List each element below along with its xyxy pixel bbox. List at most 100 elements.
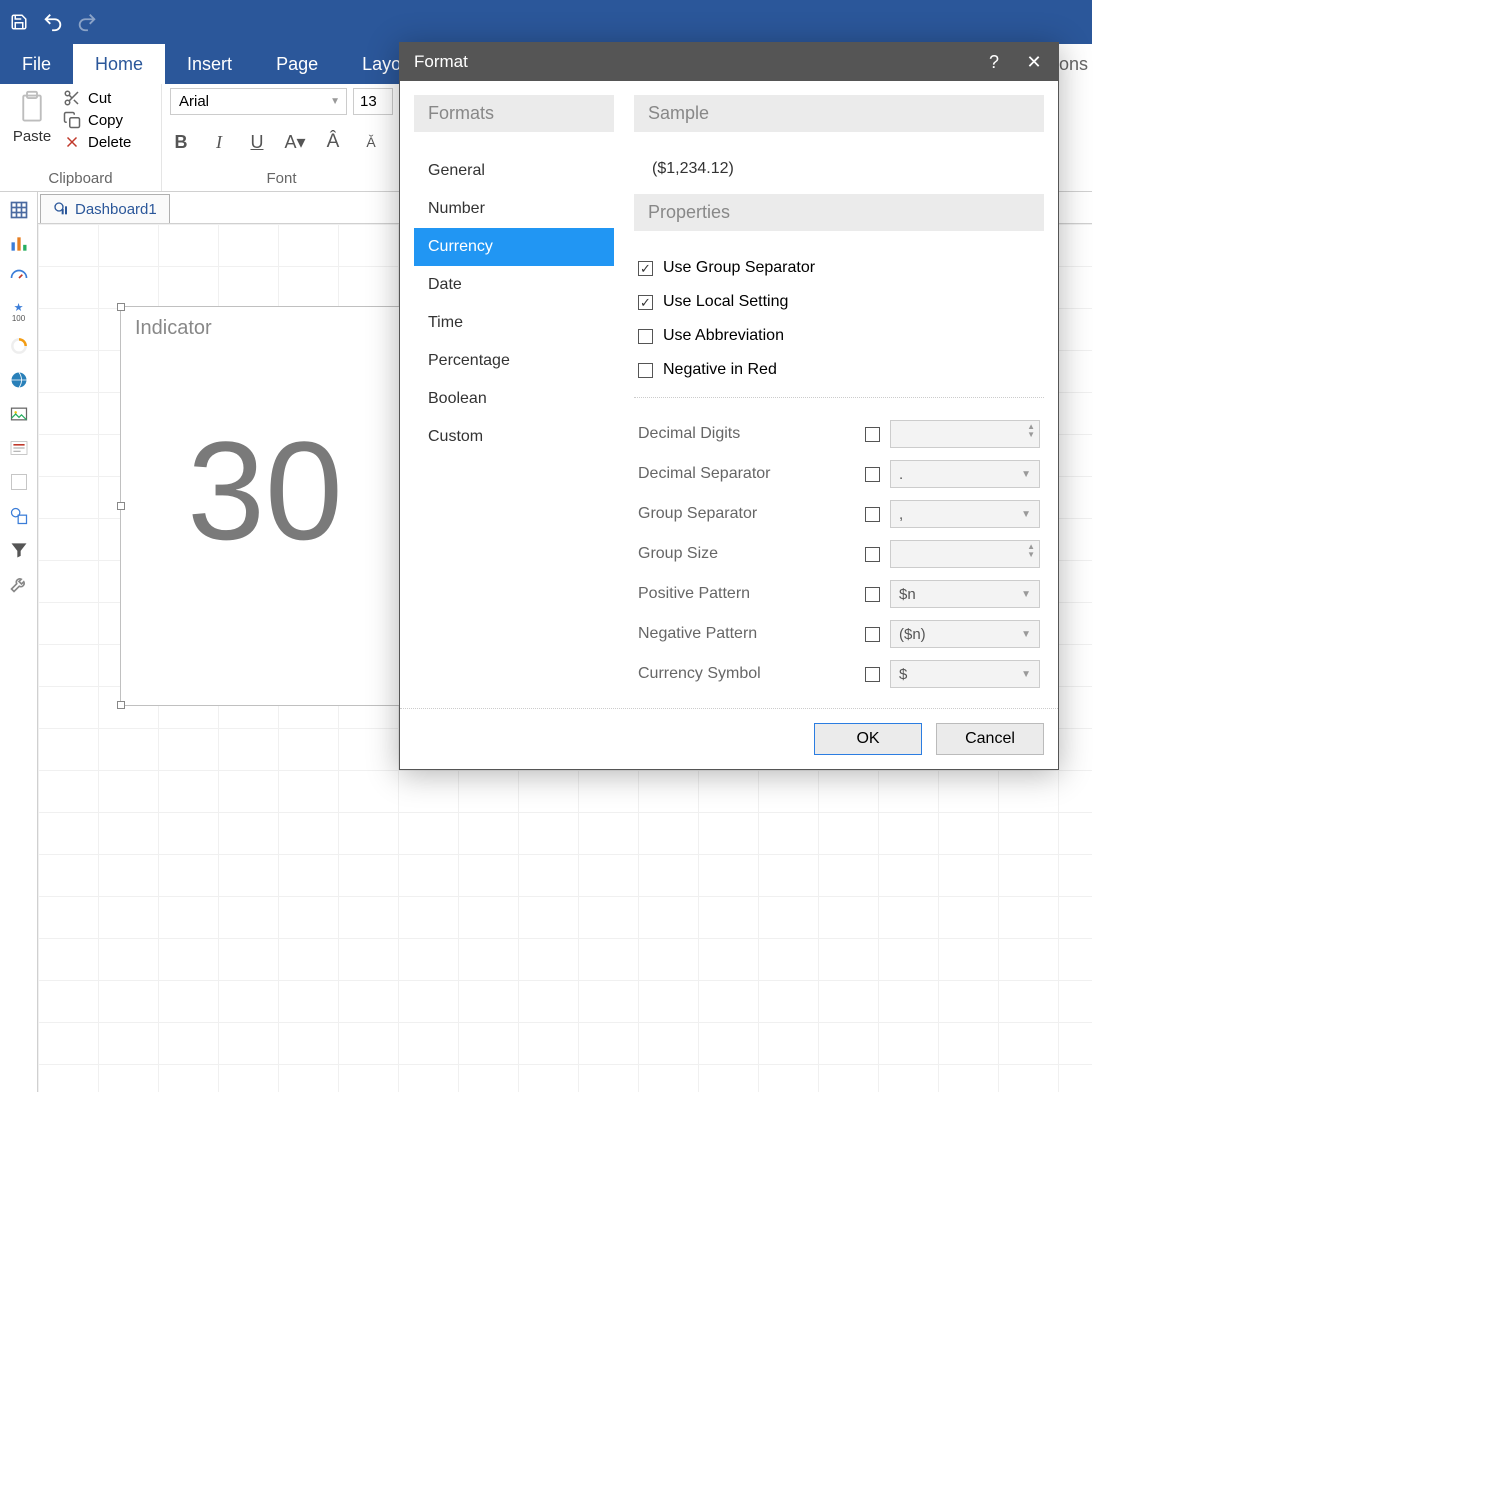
delete-icon xyxy=(62,132,82,152)
properties-section-header: Properties xyxy=(634,194,1044,231)
checkbox-icon xyxy=(638,261,653,276)
clipboard-icon xyxy=(16,88,48,128)
chevron-down-icon: ▼ xyxy=(1021,589,1031,600)
prop-enable-checkbox[interactable] xyxy=(865,507,880,522)
cut-label: Cut xyxy=(88,90,111,107)
prop-group-size: Group Size ▲▼ xyxy=(634,534,1044,574)
paste-button[interactable]: Paste xyxy=(8,88,56,145)
checkbox-icon xyxy=(638,295,653,310)
group-separator-select[interactable]: ,▼ xyxy=(890,500,1040,528)
underline-button[interactable]: U xyxy=(246,132,268,153)
dialog-footer: OK Cancel xyxy=(400,708,1058,769)
font-color-button[interactable]: A▾ xyxy=(284,132,306,153)
help-icon[interactable]: ? xyxy=(984,52,1004,73)
prop-enable-checkbox[interactable] xyxy=(865,547,880,562)
dialog-title: Format xyxy=(414,52,468,72)
cut-button[interactable]: Cut xyxy=(62,88,131,108)
delete-button[interactable]: Delete xyxy=(62,132,131,152)
prop-enable-checkbox[interactable] xyxy=(865,667,880,682)
positive-pattern-select[interactable]: $n▼ xyxy=(890,580,1040,608)
font-shrink-button[interactable]: Ǎ xyxy=(360,134,382,150)
negative-pattern-select[interactable]: ($n)▼ xyxy=(890,620,1040,648)
group-size-input[interactable]: ▲▼ xyxy=(890,540,1040,568)
prop-enable-checkbox[interactable] xyxy=(865,587,880,602)
prop-negative-pattern: Negative Pattern ($n)▼ xyxy=(634,614,1044,654)
decimal-digits-input[interactable]: ▲▼ xyxy=(890,420,1040,448)
format-list: General Number Currency Date Time Percen… xyxy=(414,152,614,456)
text-icon[interactable] xyxy=(7,436,31,460)
currency-symbol-select[interactable]: $▼ xyxy=(890,660,1040,688)
prop-positive-pattern: Positive Pattern $n▼ xyxy=(634,574,1044,614)
bar-chart-icon[interactable] xyxy=(7,232,31,256)
bold-button[interactable]: B xyxy=(170,132,192,153)
indicator-widget[interactable]: Indicator 30 xyxy=(120,306,410,706)
check-negative-red[interactable]: Negative in Red xyxy=(634,353,1044,387)
save-icon[interactable] xyxy=(8,11,30,33)
menu-tab-file[interactable]: File xyxy=(0,44,73,84)
menu-tab-home[interactable]: Home xyxy=(73,44,165,84)
prop-currency-symbol: Currency Symbol $▼ xyxy=(634,654,1044,694)
prop-group-separator: Group Separator ,▼ xyxy=(634,494,1044,534)
table-icon[interactable] xyxy=(7,198,31,222)
prop-enable-checkbox[interactable] xyxy=(865,467,880,482)
format-dialog: Format ? ✕ Formats General Number Curren… xyxy=(399,42,1059,770)
globe-icon[interactable] xyxy=(7,368,31,392)
check-label: Use Abbreviation xyxy=(663,327,784,345)
font-name-select[interactable]: Arial ▼ xyxy=(170,88,347,115)
italic-button[interactable]: I xyxy=(208,132,230,153)
font-group-label: Font xyxy=(170,170,393,191)
copy-icon xyxy=(62,110,82,130)
format-item-custom[interactable]: Custom xyxy=(414,418,614,456)
copy-button[interactable]: Copy xyxy=(62,110,131,130)
check-abbreviation[interactable]: Use Abbreviation xyxy=(634,319,1044,353)
format-item-time[interactable]: Time xyxy=(414,304,614,342)
spinner-icon[interactable]: ▲▼ xyxy=(1027,423,1035,439)
tools-icon[interactable] xyxy=(7,572,31,596)
delete-label: Delete xyxy=(88,134,131,151)
prop-label: Group Separator xyxy=(638,505,855,523)
format-item-percentage[interactable]: Percentage xyxy=(414,342,614,380)
indicator-icon[interactable]: ★100 xyxy=(7,300,31,324)
blank-icon[interactable] xyxy=(7,470,31,494)
check-group-separator[interactable]: Use Group Separator xyxy=(634,251,1044,285)
formats-section-header: Formats xyxy=(414,95,614,132)
format-item-currency[interactable]: Currency xyxy=(414,228,614,266)
shapes-icon[interactable] xyxy=(7,504,31,528)
format-item-boolean[interactable]: Boolean xyxy=(414,380,614,418)
chevron-down-icon: ▼ xyxy=(1021,509,1031,520)
format-item-date[interactable]: Date xyxy=(414,266,614,304)
check-local-setting[interactable]: Use Local Setting xyxy=(634,285,1044,319)
dashboard-tab-icon xyxy=(53,201,69,217)
cancel-button[interactable]: Cancel xyxy=(936,723,1044,755)
chevron-down-icon: ▼ xyxy=(1021,469,1031,480)
redo-icon[interactable] xyxy=(76,11,98,33)
format-item-number[interactable]: Number xyxy=(414,190,614,228)
chevron-down-icon: ▼ xyxy=(330,96,340,107)
font-name-value: Arial xyxy=(179,93,209,110)
prop-label: Positive Pattern xyxy=(638,585,855,603)
chevron-down-icon: ▼ xyxy=(1021,629,1031,640)
close-icon[interactable]: ✕ xyxy=(1024,52,1044,73)
filter-icon[interactable] xyxy=(7,538,31,562)
clipboard-group-label: Clipboard xyxy=(8,170,153,191)
indicator-value: 30 xyxy=(121,410,409,572)
menu-tab-page[interactable]: Page xyxy=(254,44,340,84)
prop-enable-checkbox[interactable] xyxy=(865,627,880,642)
prop-decimal-digits: Decimal Digits ▲▼ xyxy=(634,414,1044,454)
title-bar xyxy=(0,0,1092,44)
dialog-titlebar: Format ? ✕ xyxy=(400,43,1058,81)
image-icon[interactable] xyxy=(7,402,31,426)
prop-enable-checkbox[interactable] xyxy=(865,427,880,442)
progress-icon[interactable] xyxy=(7,334,31,358)
format-item-general[interactable]: General xyxy=(414,152,614,190)
spinner-icon[interactable]: ▲▼ xyxy=(1027,543,1035,559)
decimal-separator-select[interactable]: .▼ xyxy=(890,460,1040,488)
font-size-select[interactable]: 13 xyxy=(353,88,393,115)
gauge-icon[interactable] xyxy=(7,266,31,290)
side-toolbar: ★100 xyxy=(0,192,38,1092)
menu-tab-insert[interactable]: Insert xyxy=(165,44,254,84)
font-grow-button[interactable]: Â xyxy=(322,131,344,153)
document-tab[interactable]: Dashboard1 xyxy=(40,194,170,223)
undo-icon[interactable] xyxy=(42,11,64,33)
ok-button[interactable]: OK xyxy=(814,723,922,755)
